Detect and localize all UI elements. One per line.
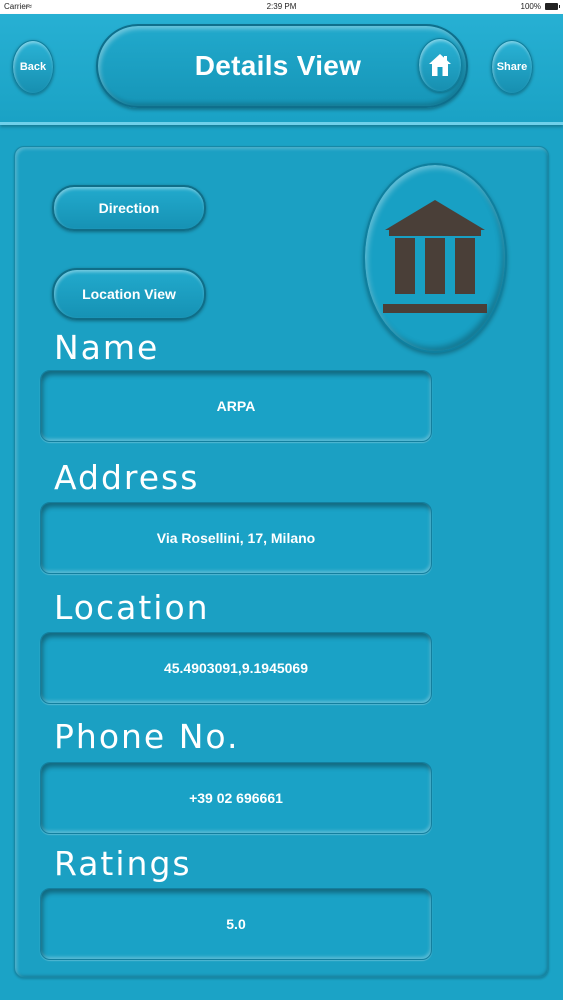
direction-button[interactable]: Direction — [52, 185, 206, 231]
location-label: Location — [54, 588, 210, 627]
battery-level: 100% — [520, 2, 541, 11]
title-bar: Details View — [96, 24, 468, 108]
ratings-field: 5.0 — [40, 888, 432, 960]
location-view-button-label: Location View — [82, 286, 176, 302]
phone-field: +39 02 696661 — [40, 762, 432, 834]
share-button[interactable]: Share — [491, 40, 533, 94]
ratings-label: Ratings — [54, 844, 192, 883]
place-category-badge — [363, 163, 507, 353]
location-field: 45.4903091,9.1945069 — [40, 632, 432, 704]
share-button-label: Share — [496, 61, 528, 73]
name-label: Name — [54, 328, 160, 367]
name-field: ARPA — [40, 370, 432, 442]
home-icon — [429, 54, 451, 76]
status-bar: Carrier ≈ 2:39 PM 100% — [0, 0, 563, 14]
address-field: Via Rosellini, 17, Milano — [40, 502, 432, 574]
home-button[interactable] — [418, 38, 462, 92]
page-title: Details View — [194, 50, 362, 81]
phone-label: Phone No. — [54, 717, 240, 756]
back-button-label: Back — [19, 61, 47, 73]
address-label: Address — [54, 458, 200, 497]
status-time: 2:39 PM — [266, 2, 297, 11]
museum-icon — [383, 200, 487, 313]
back-button[interactable]: Back — [12, 40, 54, 94]
direction-button-label: Direction — [98, 200, 160, 216]
battery-icon — [545, 3, 560, 10]
navigation-header: Back Details View Share — [0, 14, 563, 125]
location-view-button[interactable]: Location View — [52, 268, 206, 320]
